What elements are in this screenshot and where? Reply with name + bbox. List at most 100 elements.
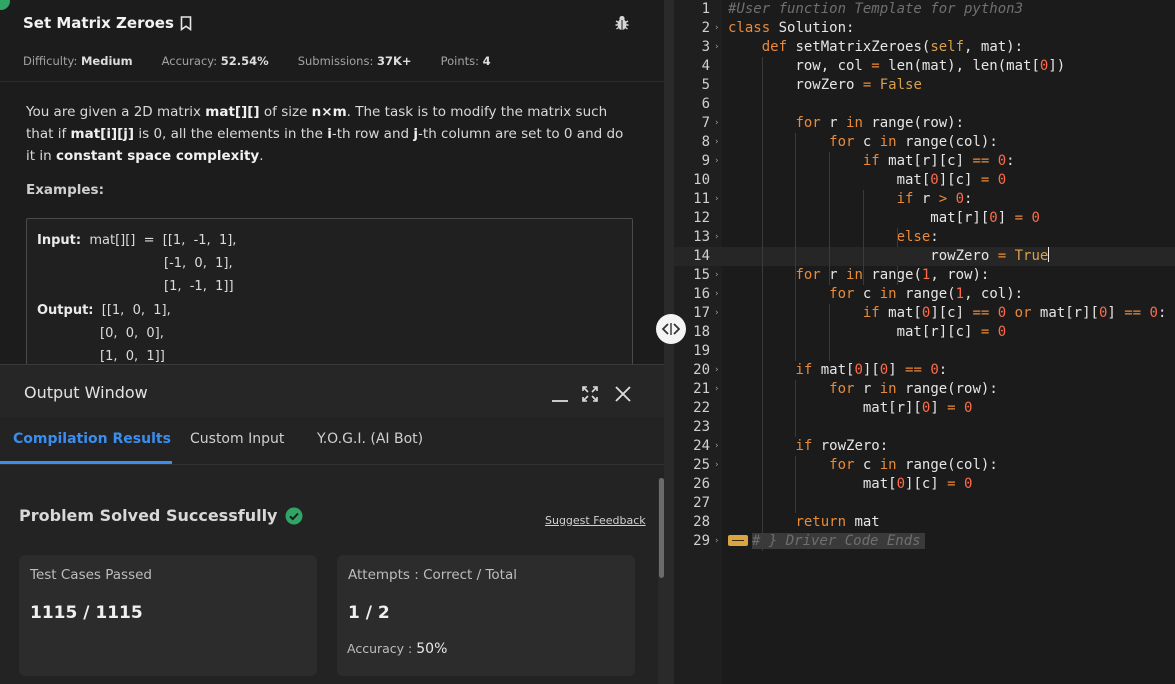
line-number: 20: [693, 362, 710, 378]
code-line[interactable]: 23: [674, 418, 1175, 437]
code-line[interactable]: 2 › class Solution:: [674, 19, 1175, 38]
fold-chevron-icon[interactable]: ›: [714, 532, 719, 551]
code-line[interactable]: 21 › for r in range(row):: [674, 380, 1175, 399]
fold-chevron-icon[interactable]: ›: [714, 228, 719, 247]
line-number: 29: [693, 533, 710, 549]
folded-region-icon[interactable]: [728, 535, 748, 546]
problem-meta: Difficulty: Medium Accuracy: 52.54% Subm…: [23, 54, 520, 68]
code-text: for r in range(1, row):: [795, 267, 990, 283]
check-circle-icon: [285, 507, 303, 524]
fold-chevron-icon[interactable]: ›: [714, 190, 719, 209]
line-number: 12: [693, 210, 710, 226]
fold-chevron-icon[interactable]: ›: [714, 133, 719, 152]
tab-custom-input[interactable]: Custom Input: [190, 431, 284, 447]
code-text: else:: [896, 229, 939, 245]
line-number: 15: [693, 267, 710, 283]
problem-title-row: Set Matrix Zeroes: [23, 14, 192, 32]
code-line[interactable]: 8 › for c in range(col):: [674, 133, 1175, 152]
fold-chevron-icon[interactable]: ›: [714, 304, 719, 323]
code-text: if r > 0:: [896, 191, 973, 207]
code-editor[interactable]: 1 #User function Template for python3 2 › cl…: [674, 0, 1175, 684]
fold-chevron-icon[interactable]: ›: [714, 19, 719, 38]
fold-chevron-icon[interactable]: ›: [714, 437, 719, 456]
code-line[interactable]: 19: [674, 342, 1175, 361]
line-number: 14: [693, 248, 710, 264]
minimize-icon[interactable]: [551, 385, 569, 403]
code-line[interactable]: 5 rowZero = False: [674, 76, 1175, 95]
line-number: 24: [693, 438, 710, 454]
result-status: Problem Solved Successfully: [19, 506, 303, 525]
fold-chevron-icon[interactable]: ›: [714, 266, 719, 285]
text-cursor: [1048, 247, 1050, 262]
accuracy-line: Accuracy : 50%: [347, 641, 448, 657]
indent-guide: [795, 133, 797, 285]
code-line[interactable]: 22 mat[r][0] = 0: [674, 399, 1175, 418]
status-dot: [0, 0, 10, 10]
line-number: 9: [701, 153, 710, 169]
code-line[interactable]: 24 › if rowZero:: [674, 437, 1175, 456]
code-line[interactable]: 7 › for r in range(row):: [674, 114, 1175, 133]
code-line[interactable]: 13 › else:: [674, 228, 1175, 247]
expand-icon[interactable]: [581, 385, 599, 403]
code-text: #User function Template for python3: [728, 1, 1024, 17]
code-line[interactable]: 6: [674, 95, 1175, 114]
code-line[interactable]: 26 mat[0][c] = 0: [674, 475, 1175, 494]
code-line[interactable]: 4 row, col = len(mat), len(mat[0]): [674, 57, 1175, 76]
code-line[interactable]: 29 › # } Driver Code Ends: [674, 532, 1175, 551]
code-text: for c in range(col):: [829, 457, 998, 473]
code-line[interactable]: 9 › if mat[r][c] == 0:: [674, 152, 1175, 171]
bug-report-icon[interactable]: [613, 14, 631, 32]
code-text: if mat[0][c] == 0 or mat[r][0] == 0:: [862, 305, 1167, 321]
code-line[interactable]: 11 › if r > 0:: [674, 190, 1175, 209]
fold-chevron-icon[interactable]: ›: [714, 285, 719, 304]
indent-guide: [862, 190, 864, 285]
code-text: if mat[r][c] == 0:: [862, 153, 1015, 169]
indent-guide: [795, 380, 797, 437]
code-line[interactable]: 25 › for c in range(col):: [674, 456, 1175, 475]
code-text: return mat: [795, 514, 880, 530]
code-text: rowZero = True: [930, 247, 1050, 264]
code-line[interactable]: 27: [674, 494, 1175, 513]
bookmark-icon[interactable]: [180, 15, 192, 31]
code-line[interactable]: 28 return mat: [674, 513, 1175, 532]
indent-guide: [795, 285, 797, 361]
meta-accuracy: Accuracy: 52.54%: [161, 54, 269, 68]
tab-compilation-results[interactable]: Compilation Results: [13, 431, 171, 447]
code-line[interactable]: 14 rowZero = True: [674, 247, 1175, 266]
fold-chevron-icon[interactable]: ›: [714, 152, 719, 171]
code-line[interactable]: 15 › for r in range(1, row):: [674, 266, 1175, 285]
test-cases-label: Test Cases Passed: [30, 567, 152, 583]
fold-chevron-icon[interactable]: ›: [714, 114, 719, 133]
examples-heading: Examples:: [26, 182, 104, 198]
code-line[interactable]: 10 mat[0][c] = 0: [674, 171, 1175, 190]
line-number: 7: [701, 115, 710, 131]
output-tabs: Compilation Results Custom Input Y.O.G.I…: [0, 417, 664, 465]
fold-chevron-icon[interactable]: ›: [714, 361, 719, 380]
code-line[interactable]: 20 › if mat[0][0] == 0:: [674, 361, 1175, 380]
resize-arrows-icon: [662, 323, 680, 335]
suggest-feedback-link[interactable]: Suggest Feedback: [545, 514, 646, 527]
code-line[interactable]: 18 mat[r][c] = 0: [674, 323, 1175, 342]
line-number: 13: [693, 229, 710, 245]
meta-difficulty: Difficulty: Medium: [23, 54, 133, 68]
output-window-title: Output Window: [24, 383, 148, 402]
code-line[interactable]: 1 #User function Template for python3: [674, 0, 1175, 19]
code-text: mat[r][0] = 0: [728, 210, 1040, 226]
code-line[interactable]: 16 › for c in range(1, col):: [674, 285, 1175, 304]
line-number: 21: [693, 381, 710, 397]
code-text: rowZero = False: [728, 77, 922, 93]
fold-chevron-icon[interactable]: ›: [714, 38, 719, 57]
tab-yogi-ai-bot[interactable]: Y.O.G.I. (AI Bot): [317, 431, 423, 447]
code-line[interactable]: 3 › def setMatrixZeroes(self, mat):: [674, 38, 1175, 57]
code-line[interactable]: 12 mat[r][0] = 0: [674, 209, 1175, 228]
indent-guide: [829, 304, 831, 361]
fold-chevron-icon[interactable]: ›: [714, 456, 719, 475]
fold-chevron-icon[interactable]: ›: [714, 380, 719, 399]
indent-guide: [829, 152, 831, 285]
example-box: Input: mat[][] = [[1, -1, 1], [-1, 0, 1]…: [26, 218, 633, 378]
code-text: mat[0][c] = 0: [896, 172, 1007, 188]
divider-line: [0, 81, 664, 82]
code-line[interactable]: 17 › if mat[0][c] == 0 or mat[r][0] == 0:: [674, 304, 1175, 323]
resize-handle[interactable]: [656, 314, 686, 344]
close-icon[interactable]: [614, 385, 632, 403]
